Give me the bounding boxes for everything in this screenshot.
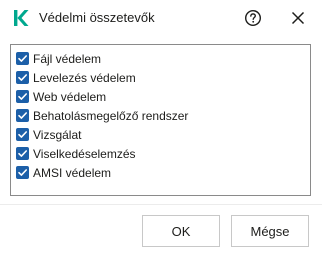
list-item[interactable]: AMSI védelem: [11, 163, 310, 182]
checkmark-icon: [18, 169, 27, 176]
checkmark-icon: [18, 112, 27, 119]
checkbox[interactable]: [16, 71, 29, 84]
checkmark-icon: [18, 150, 27, 157]
checkbox[interactable]: [16, 109, 29, 122]
cancel-button[interactable]: Mégse: [231, 215, 309, 247]
dialog: Védelmi összetevők Fájl védelem Levelezés…: [0, 0, 322, 258]
checkbox[interactable]: [16, 147, 29, 160]
list-item[interactable]: Fájl védelem: [11, 49, 310, 68]
checkmark-icon: [18, 55, 27, 62]
help-icon[interactable]: [244, 9, 262, 27]
list-item[interactable]: Vizsgálat: [11, 125, 310, 144]
checkbox[interactable]: [16, 128, 29, 141]
checkbox[interactable]: [16, 166, 29, 179]
list-item[interactable]: Web védelem: [11, 87, 310, 106]
checkbox[interactable]: [16, 52, 29, 65]
footer-divider: [0, 204, 322, 205]
dialog-title: Védelmi összetevők: [39, 10, 155, 25]
checkmark-icon: [18, 93, 27, 100]
checkmark-icon: [18, 74, 27, 81]
list-item[interactable]: Levelezés védelem: [11, 68, 310, 87]
kaspersky-logo-icon: [12, 9, 30, 27]
list-item-label: AMSI védelem: [33, 166, 112, 180]
list-item-label: Vizsgálat: [33, 128, 82, 142]
list-item-label: Fájl védelem: [33, 52, 102, 66]
components-list[interactable]: Fájl védelem Levelezés védelem Web védelem…: [10, 44, 311, 196]
list-item-label: Web védelem: [33, 90, 107, 104]
checkbox[interactable]: [16, 90, 29, 103]
list-item-label: Behatolásmegelőző rendszer: [33, 109, 189, 123]
list-item-label: Levelezés védelem: [33, 71, 136, 85]
list-item[interactable]: Viselkedéselemzés: [11, 144, 310, 163]
list-item-label: Viselkedéselemzés: [33, 147, 136, 161]
title-bar: Védelmi összetevők: [0, 0, 322, 36]
ok-button[interactable]: OK: [142, 215, 220, 247]
list-item[interactable]: Behatolásmegelőző rendszer: [11, 106, 310, 125]
checkmark-icon: [18, 131, 27, 138]
close-icon[interactable]: [289, 9, 307, 27]
